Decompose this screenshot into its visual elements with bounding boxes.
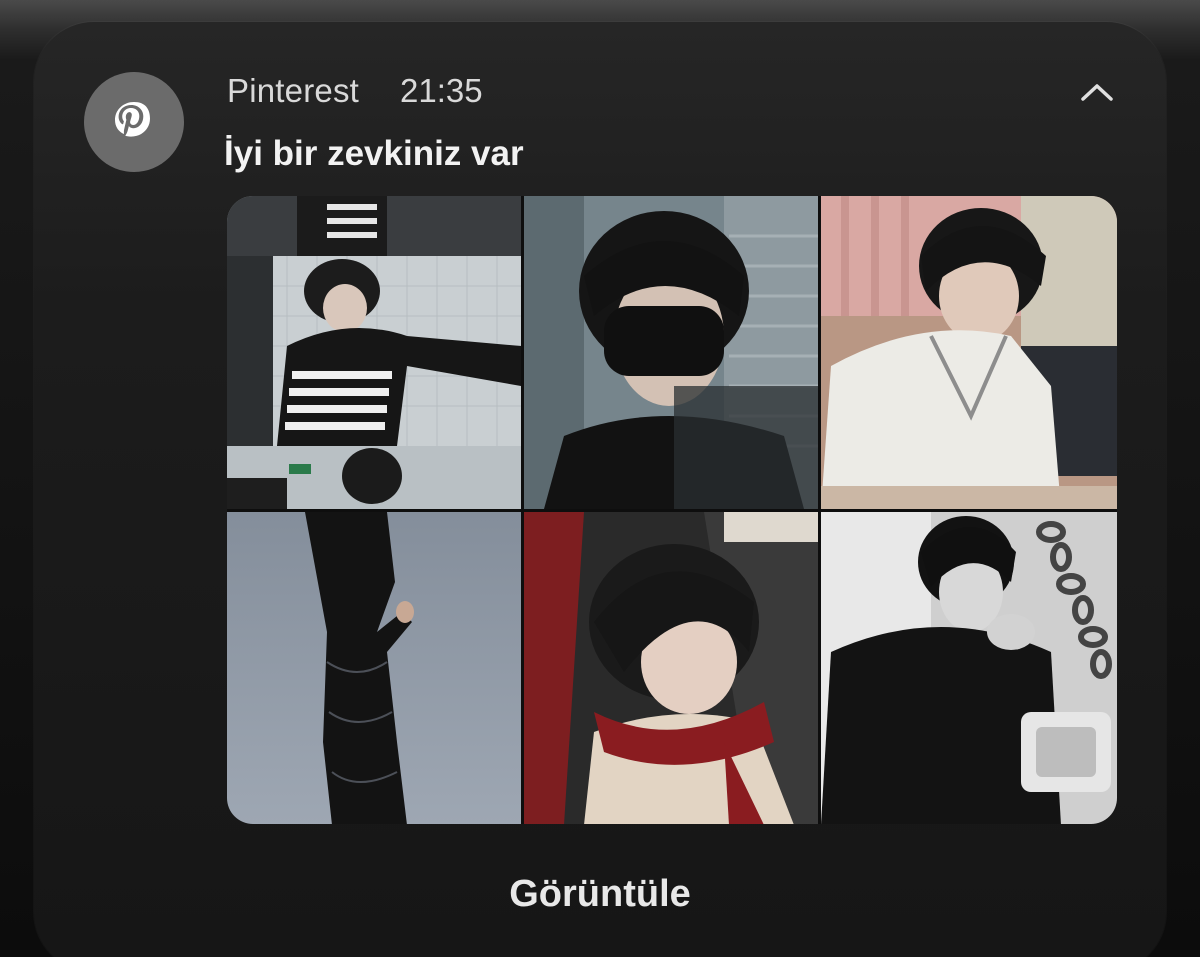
notification-title: İyi bir zevkiniz var	[224, 134, 524, 173]
app-name: Pinterest	[227, 72, 360, 109]
pin-image-6[interactable]	[821, 512, 1117, 824]
collapse-button[interactable]	[1074, 74, 1120, 110]
image-grid	[227, 196, 1117, 824]
pin-image-1[interactable]	[227, 196, 521, 509]
pinterest-logo-icon	[84, 72, 184, 172]
pin-image-4[interactable]	[227, 512, 521, 824]
chevron-up-icon	[1081, 84, 1113, 101]
pin-image-2[interactable]	[524, 196, 818, 509]
notification-card[interactable]: Pinterest 21:35 İyi bir zevkiniz var Gör…	[34, 22, 1166, 957]
pin-image-3[interactable]	[821, 196, 1117, 509]
view-button[interactable]: Görüntüle	[454, 862, 746, 926]
notification-time: 21:35	[400, 72, 483, 109]
pin-image-5[interactable]	[524, 512, 818, 824]
